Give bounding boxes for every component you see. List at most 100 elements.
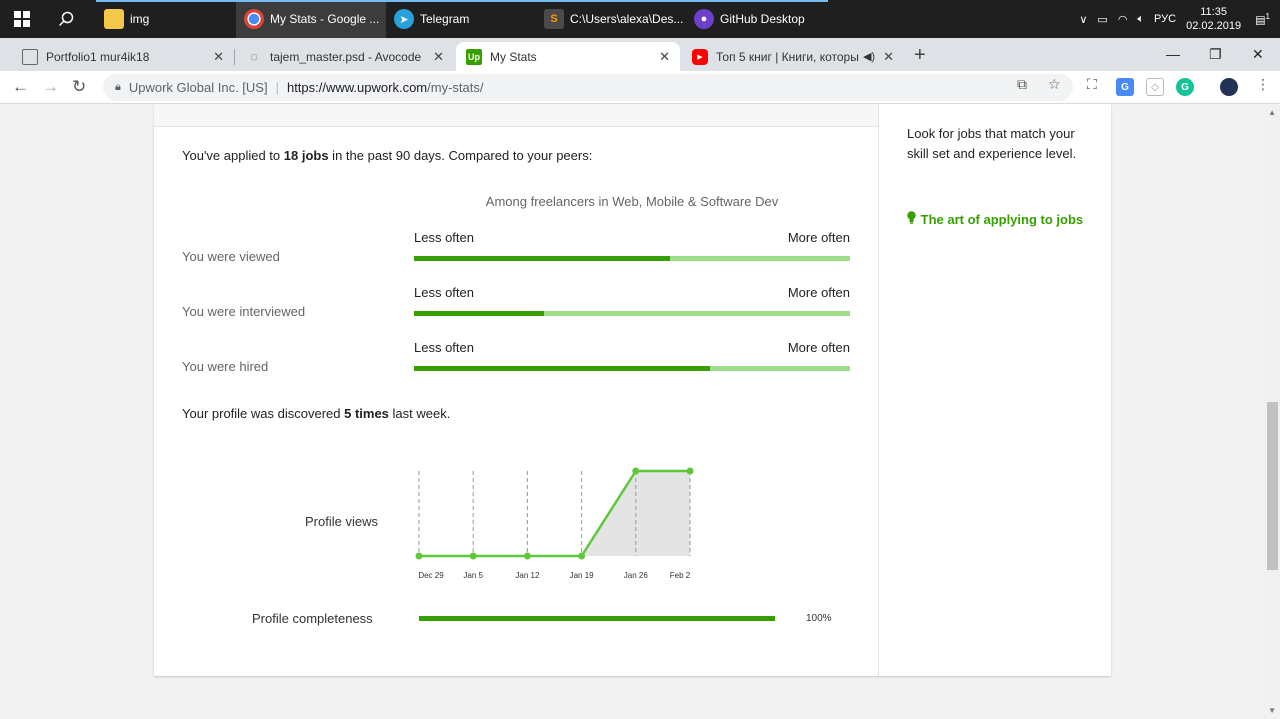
meter-fill	[414, 366, 711, 371]
minimize-button[interactable]: —	[1166, 46, 1180, 62]
taskbar-active-indicator	[236, 0, 386, 2]
scroll-down-arrow-icon[interactable]: ▼	[1268, 706, 1276, 715]
taskbar-active-indicator	[386, 0, 536, 2]
site-certificate-org: Upwork Global Inc. [US]	[128, 80, 268, 95]
menu-kebab-icon[interactable]: ⋮	[1256, 76, 1270, 93]
youtube-icon: ▶	[692, 48, 708, 65]
less-often-label: Less often	[414, 230, 474, 245]
tab-portfolio[interactable]: Portfolio1 mur4ik18 ✕	[12, 42, 234, 71]
applied-prefix: You've applied to	[182, 148, 284, 163]
taskbar-active-indicator	[686, 0, 828, 2]
taskbar-app-github[interactable]: ● GitHub Desktop	[686, 0, 828, 38]
volume-icon[interactable]: 🔈︎	[1137, 13, 1144, 26]
system-tray: ∨ ▭ ◠ 🔈︎ РУС 11:35 02.02.2019 ▤1	[1079, 0, 1280, 38]
address-divider: |	[275, 80, 279, 95]
taskbar-app-telegram[interactable]: ➤ Telegram	[386, 0, 536, 38]
clock-time: 11:35	[1200, 6, 1227, 18]
taskbar-search-button[interactable]	[44, 0, 88, 38]
wifi-icon[interactable]: ◠	[1118, 13, 1128, 26]
bookmark-star-icon[interactable]: ☆	[1048, 76, 1061, 93]
translate-icon[interactable]: ⧉	[1017, 76, 1027, 93]
address-bar[interactable]: 🔒︎ Upwork Global Inc. [US] | https://www…	[103, 74, 1073, 101]
search-icon	[58, 11, 74, 27]
new-tab-button[interactable]: +	[914, 44, 926, 67]
meter-hired	[414, 366, 850, 371]
taskbar-app-label: GitHub Desktop	[720, 12, 805, 26]
reload-icon[interactable]: ↻	[72, 77, 86, 97]
discover-count: 5 times	[344, 406, 389, 421]
chart-tick-label: Jan 12	[515, 571, 540, 580]
close-icon[interactable]: ✕	[433, 49, 444, 65]
applied-count: 18 jobs	[283, 148, 329, 163]
tab-title: My Stats	[490, 49, 537, 64]
taskbar-app-label: C:\Users\alexa\Des...	[570, 12, 684, 26]
tab-youtube[interactable]: ▶ Топ 5 книг | Книги, которые ◀) ✕	[682, 42, 904, 71]
meter-viewed	[414, 256, 850, 261]
close-icon[interactable]: ✕	[659, 49, 670, 65]
url-host: https://www.upwork.com	[286, 80, 428, 95]
folder-icon	[104, 9, 124, 29]
discovery-summary: Your profile was discovered 5 times last…	[182, 406, 450, 421]
taskbar: img My Stats - Google ... ➤ Telegram S C…	[0, 0, 1280, 38]
battery-icon[interactable]: ▭	[1097, 13, 1107, 26]
stats-card: You've applied to 18 jobs in the past 90…	[154, 104, 1111, 676]
tab-title: tajem_master.psd - Avocode	[270, 49, 422, 64]
close-icon[interactable]: ✕	[213, 49, 224, 65]
lock-icon[interactable]: 🔒︎	[115, 81, 121, 94]
screenshot-extension-icon[interactable]: ⛶	[1087, 76, 1097, 93]
language-indicator[interactable]: РУС	[1154, 13, 1176, 25]
tab-my-stats[interactable]: Up My Stats ✕	[456, 42, 680, 71]
discover-suffix: last week.	[388, 406, 451, 421]
document-icon	[22, 48, 38, 65]
tab-avocode[interactable]: ◌ tajem_master.psd - Avocode ✕	[236, 42, 454, 71]
shield-extension-icon[interactable]: ◇	[1146, 78, 1164, 96]
forward-arrow-icon[interactable]: →	[42, 77, 59, 97]
grammarly-extension-icon[interactable]: G	[1176, 78, 1194, 96]
chart-point	[686, 467, 694, 475]
page-viewport: You've applied to 18 jobs in the past 90…	[0, 104, 1264, 719]
chart-point	[469, 552, 477, 560]
art-of-applying-link[interactable]: The art of applying to jobs	[907, 210, 1087, 230]
profile-completeness-bar	[419, 616, 775, 621]
scroll-thumb[interactable]	[1267, 402, 1278, 570]
tab-strip: Portfolio1 mur4ik18 ✕ ◌ tajem_master.psd…	[0, 38, 1280, 71]
job-tip-text: Look for jobs that match your skill set …	[907, 126, 1077, 161]
windows-logo-icon	[14, 11, 30, 27]
chevron-up-icon[interactable]: ∨	[1079, 13, 1087, 26]
profile-avatar-icon[interactable]	[1220, 78, 1238, 96]
audio-playing-icon[interactable]: ◀)	[863, 50, 875, 63]
google-translate-extension-icon[interactable]: G	[1116, 78, 1134, 96]
close-window-button[interactable]: ✕	[1252, 46, 1264, 63]
taskbar-app-chrome[interactable]: My Stats - Google ...	[236, 0, 386, 38]
tab-title: Топ 5 книг | Книги, которые	[716, 49, 859, 64]
notifications-icon[interactable]: ▤1	[1255, 12, 1270, 27]
maximize-button[interactable]: ❐	[1209, 46, 1222, 63]
taskbar-app-sublime[interactable]: S C:\Users\alexa\Des...	[536, 0, 686, 38]
less-often-label: Less often	[414, 340, 474, 355]
profile-completeness-value: 100%	[806, 613, 832, 624]
url-path: /my-stats/	[427, 80, 484, 95]
peer-group-heading: Among freelancers in Web, Mobile & Softw…	[485, 194, 779, 209]
browser-toolbar: ← → ↻ 🔒︎ Upwork Global Inc. [US] | https…	[0, 71, 1280, 104]
metric-label-viewed: You were viewed	[182, 249, 280, 264]
clock[interactable]: 11:35 02.02.2019	[1186, 5, 1241, 33]
close-icon[interactable]: ✕	[883, 49, 894, 65]
clock-date: 02.02.2019	[1186, 20, 1242, 32]
taskbar-app-label: My Stats - Google ...	[270, 12, 380, 26]
taskbar-app-img[interactable]: img	[96, 0, 236, 38]
chrome-icon	[244, 9, 264, 29]
less-often-label: Less often	[414, 285, 474, 300]
applied-summary: You've applied to 18 jobs in the past 90…	[182, 148, 592, 163]
scroll-up-arrow-icon[interactable]: ▲	[1268, 108, 1276, 117]
tab-title: Portfolio1 mur4ik18	[46, 49, 150, 64]
back-arrow-icon[interactable]: ←	[12, 77, 29, 97]
taskbar-active-indicator	[536, 0, 686, 2]
chart-point	[578, 552, 586, 560]
sublime-icon: S	[544, 9, 564, 29]
profile-completeness-label: Profile completeness	[252, 611, 373, 626]
windows-start-button[interactable]	[0, 0, 44, 38]
applied-suffix: in the past 90 days. Compared to your pe…	[328, 148, 593, 163]
more-often-label: More often	[787, 285, 850, 300]
stats-main-column: You've applied to 18 jobs in the past 90…	[154, 104, 878, 676]
chart-tick-label: Feb 2	[670, 571, 691, 580]
